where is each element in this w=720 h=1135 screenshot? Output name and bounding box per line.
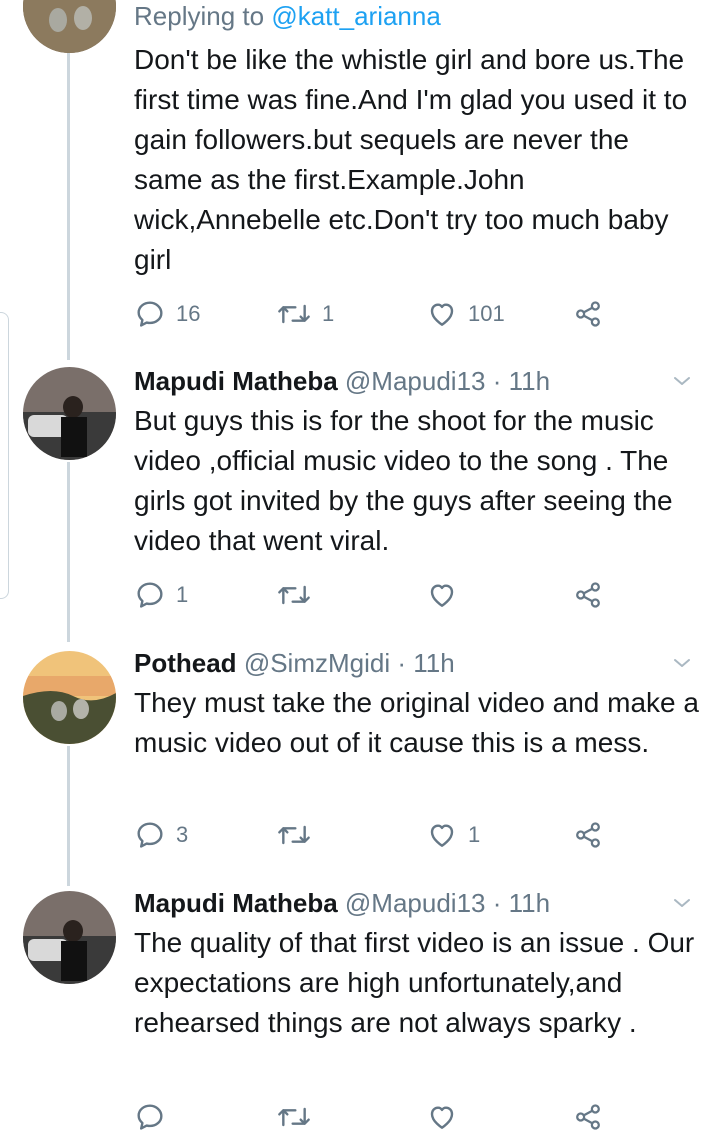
retweet-count: 1 [322, 301, 335, 326]
tweet[interactable]: Replying to @katt_arianna Don't be like … [0, 0, 720, 345]
tweet[interactable]: Mapudi Matheba @Mapudi13 · 11h The quali… [0, 867, 720, 1130]
timestamp[interactable]: · 11h [493, 366, 550, 396]
tweet-actions: 3 1 [134, 817, 614, 853]
reply-count: 1 [176, 582, 189, 607]
share-icon [572, 819, 604, 851]
heart-icon [426, 1101, 458, 1133]
retweet-icon [276, 298, 312, 330]
reply-icon [134, 1101, 166, 1133]
retweet-button[interactable]: 1 [276, 296, 334, 332]
retweet-button[interactable] [276, 817, 322, 853]
tweet-actions [134, 1099, 614, 1135]
share-icon [572, 579, 604, 611]
retweet-button[interactable] [276, 1099, 312, 1135]
share-button[interactable] [572, 577, 604, 613]
chevron-down-icon[interactable] [670, 891, 694, 915]
replying-handle-link[interactable]: @katt_arianna [271, 1, 441, 31]
share-button[interactable] [572, 817, 604, 853]
chevron-down-icon[interactable] [670, 651, 694, 675]
heart-icon [426, 579, 458, 611]
share-icon [572, 1101, 604, 1133]
display-name[interactable]: Mapudi Matheba [134, 366, 338, 396]
reply-icon [134, 819, 166, 851]
reply-button[interactable]: 16 [134, 296, 200, 332]
share-button[interactable] [572, 1099, 604, 1135]
like-button[interactable] [426, 577, 468, 613]
avatar[interactable] [23, 367, 116, 460]
like-count: 101 [468, 301, 505, 326]
avatar[interactable] [23, 651, 116, 744]
tweet[interactable]: Pothead @SimzMgidi · 11h They must take … [0, 627, 720, 867]
display-name[interactable]: Mapudi Matheba [134, 888, 338, 918]
user-handle[interactable]: @Mapudi13 [345, 888, 486, 918]
avatar[interactable] [23, 0, 116, 53]
tweet-actions: 1 [134, 577, 614, 613]
tweet-actions: 16 1 101 [134, 296, 614, 332]
timestamp[interactable]: · 11h [397, 648, 454, 678]
like-button[interactable]: 1 [426, 817, 480, 853]
retweet-icon [276, 819, 312, 851]
user-handle[interactable]: @Mapudi13 [345, 366, 486, 396]
reply-count: 3 [176, 822, 189, 847]
like-button[interactable]: 101 [426, 296, 505, 332]
heart-icon [426, 819, 458, 851]
tweet-text: The quality of that first video is an is… [134, 927, 695, 1038]
retweet-icon [276, 579, 312, 611]
tweet[interactable]: Mapudi Matheba @Mapudi13 · 11h But guys … [0, 345, 720, 627]
reply-button[interactable] [134, 1099, 166, 1135]
share-icon [572, 298, 604, 330]
tweet-header: Pothead @SimzMgidi · 11h [134, 647, 455, 679]
replying-label: Replying to [134, 1, 265, 31]
avatar[interactable] [23, 891, 116, 984]
chevron-down-icon[interactable] [670, 369, 694, 393]
tweet-text: But guys this is for the shoot for the m… [134, 405, 673, 556]
user-handle[interactable]: @SimzMgidi [244, 648, 390, 678]
retweet-button[interactable] [276, 577, 322, 613]
replying-to: Replying to @katt_arianna [134, 0, 441, 32]
heart-icon [426, 298, 458, 330]
like-button[interactable] [426, 1099, 458, 1135]
tweet-header: Mapudi Matheba @Mapudi13 · 11h [134, 365, 550, 397]
reply-icon [134, 579, 166, 611]
tweet-text: They must take the original video and ma… [134, 687, 699, 758]
reply-icon [134, 298, 166, 330]
tweet-header: Mapudi Matheba @Mapudi13 · 11h [134, 887, 550, 919]
tweet-text: Don't be like the whistle girl and bore … [134, 44, 688, 275]
timestamp[interactable]: · 11h [493, 888, 550, 918]
reply-count: 16 [176, 301, 201, 326]
like-count: 1 [468, 822, 481, 847]
retweet-icon [276, 1101, 312, 1133]
reply-button[interactable]: 1 [134, 577, 188, 613]
display-name[interactable]: Pothead [134, 648, 237, 678]
share-button[interactable] [572, 296, 604, 332]
reply-button[interactable]: 3 [134, 817, 188, 853]
